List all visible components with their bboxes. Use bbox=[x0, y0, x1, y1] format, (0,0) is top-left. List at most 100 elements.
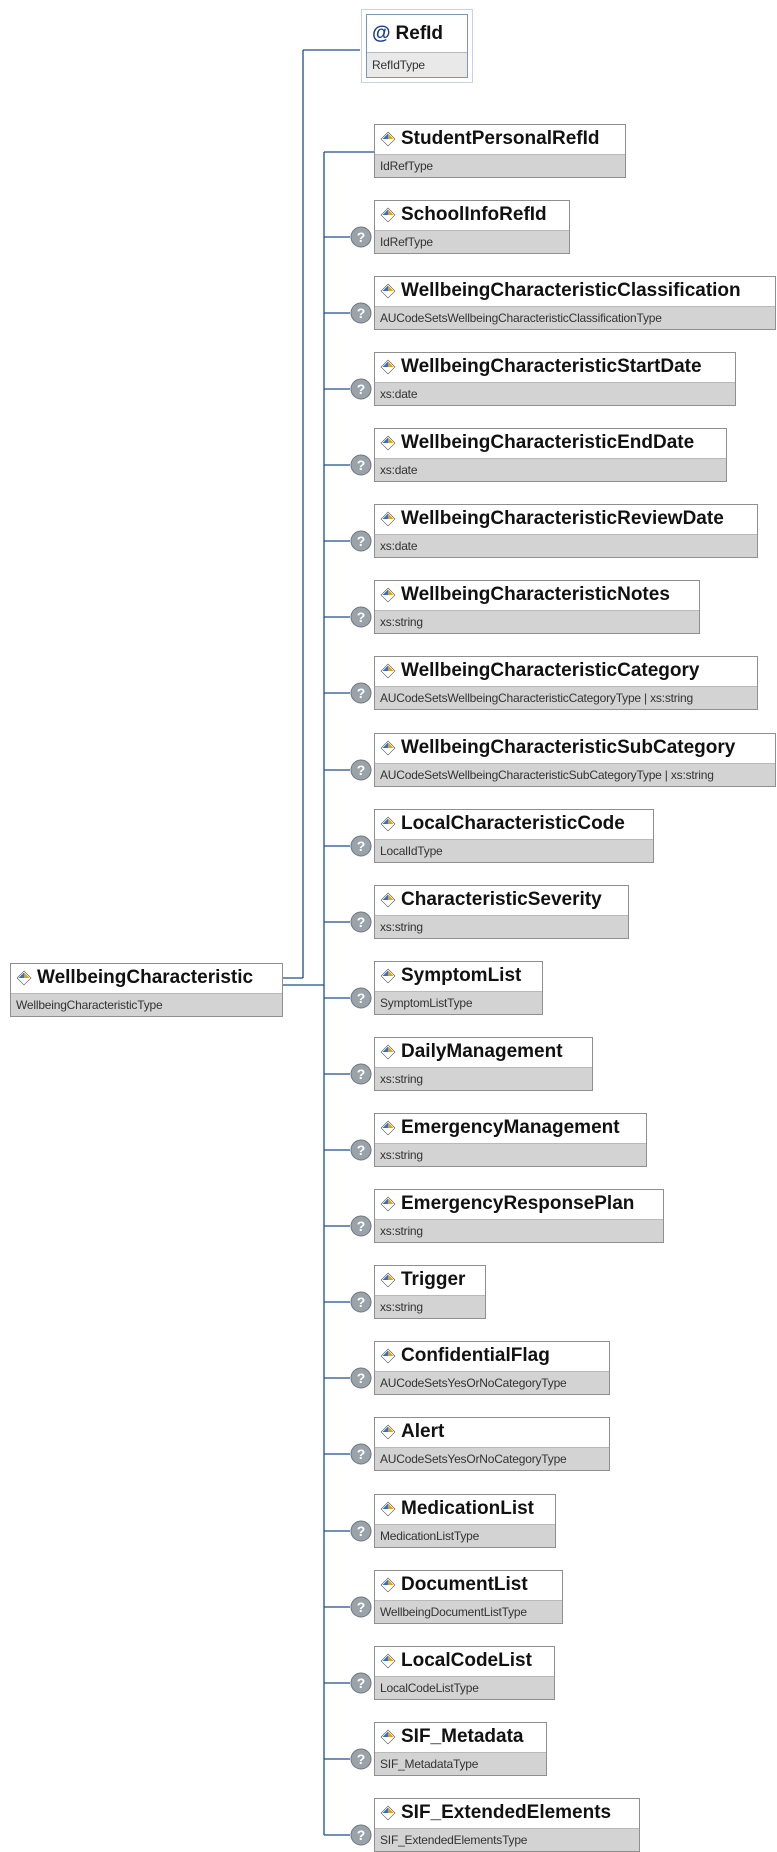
optional-question-icon: ? bbox=[350, 1596, 372, 1618]
child-element-name: WellbeingCharacteristicStartDate bbox=[401, 356, 702, 377]
child-element-type: AUCodeSetsWellbeingCharacteristicClassif… bbox=[375, 306, 775, 329]
child-element-name: StudentPersonalRefId bbox=[401, 128, 600, 149]
attribute-at-icon: @ bbox=[372, 23, 391, 44]
child-element-name: WellbeingCharacteristicEndDate bbox=[401, 432, 695, 453]
attribute-box[interactable]: @ RefId RefIdType bbox=[361, 9, 473, 83]
child-element-name: Alert bbox=[401, 1421, 445, 1442]
child-element-type: WellbeingDocumentListType bbox=[375, 1600, 562, 1623]
child-element-name: CharacteristicSeverity bbox=[401, 889, 602, 910]
child-element-type: xs:string bbox=[375, 1295, 485, 1318]
child-element-name: SymptomList bbox=[401, 965, 522, 986]
child-element-type: xs:string bbox=[375, 1067, 592, 1090]
child-element-box[interactable]: EmergencyResponsePlan xs:string bbox=[374, 1189, 664, 1243]
child-element-name: WellbeingCharacteristicReviewDate bbox=[401, 508, 724, 529]
element-diamond-icon bbox=[380, 1424, 396, 1440]
svg-text:?: ? bbox=[357, 838, 366, 854]
child-element-box[interactable]: SchoolInfoRefId IdRefType bbox=[374, 200, 570, 254]
child-element-box[interactable]: Alert AUCodeSetsYesOrNoCategoryType bbox=[374, 1417, 610, 1471]
child-element-type: SymptomListType bbox=[375, 991, 542, 1014]
optional-question-icon: ? bbox=[350, 226, 372, 248]
optional-question-icon: ? bbox=[350, 1139, 372, 1161]
attribute-name: RefId bbox=[395, 23, 444, 44]
child-element-type: xs:date bbox=[375, 382, 735, 405]
child-element-type: AUCodeSetsWellbeingCharacteristicSubCate… bbox=[375, 763, 775, 786]
svg-text:?: ? bbox=[357, 1142, 366, 1158]
element-diamond-icon bbox=[380, 1044, 396, 1060]
child-element-box[interactable]: SymptomList SymptomListType bbox=[374, 961, 543, 1015]
element-diamond-icon bbox=[380, 435, 396, 451]
svg-text:?: ? bbox=[357, 990, 366, 1006]
optional-question-icon: ? bbox=[350, 1215, 372, 1237]
child-element-name: WellbeingCharacteristicCategory bbox=[401, 660, 700, 681]
child-element-box[interactable]: WellbeingCharacteristicStartDate xs:date bbox=[374, 352, 736, 406]
child-element-box[interactable]: LocalCharacteristicCode LocalIdType bbox=[374, 809, 654, 863]
optional-question-icon: ? bbox=[350, 1291, 372, 1313]
optional-question-icon: ? bbox=[350, 835, 372, 857]
child-element-name: LocalCharacteristicCode bbox=[401, 813, 625, 834]
optional-question-icon: ? bbox=[350, 530, 372, 552]
child-element-box[interactable]: WellbeingCharacteristicSubCategory AUCode… bbox=[374, 733, 776, 787]
child-element-name: WellbeingCharacteristicNotes bbox=[401, 584, 670, 605]
child-element-name: DailyManagement bbox=[401, 1041, 563, 1062]
child-element-name: Trigger bbox=[401, 1269, 466, 1290]
child-element-type: IdRefType bbox=[375, 154, 625, 177]
svg-text:?: ? bbox=[357, 1827, 366, 1843]
optional-question-icon: ? bbox=[350, 1520, 372, 1542]
optional-question-icon: ? bbox=[350, 1443, 372, 1465]
element-diamond-icon bbox=[380, 892, 396, 908]
element-diamond-icon bbox=[380, 1501, 396, 1517]
child-element-type: AUCodeSetsWellbeingCharacteristicCategor… bbox=[375, 686, 757, 709]
child-element-box[interactable]: StudentPersonalRefId IdRefType bbox=[374, 124, 626, 178]
child-element-type: AUCodeSetsYesOrNoCategoryType bbox=[375, 1447, 609, 1470]
element-diamond-icon bbox=[380, 359, 396, 375]
child-element-box[interactable]: WellbeingCharacteristicReviewDate xs:date bbox=[374, 504, 758, 558]
child-element-box[interactable]: DailyManagement xs:string bbox=[374, 1037, 593, 1091]
element-diamond-icon bbox=[380, 207, 396, 223]
child-element-box[interactable]: MedicationList MedicationListType bbox=[374, 1494, 556, 1548]
optional-question-icon: ? bbox=[350, 987, 372, 1009]
element-diamond-icon bbox=[380, 1577, 396, 1593]
child-element-name: SIF_Metadata bbox=[401, 1726, 524, 1747]
optional-question-icon: ? bbox=[350, 454, 372, 476]
child-element-box[interactable]: LocalCodeList LocalCodeListType bbox=[374, 1646, 555, 1700]
child-element-name: EmergencyResponsePlan bbox=[401, 1193, 635, 1214]
child-element-box[interactable]: EmergencyManagement xs:string bbox=[374, 1113, 647, 1167]
svg-text:?: ? bbox=[357, 1675, 366, 1691]
svg-text:?: ? bbox=[357, 457, 366, 473]
svg-text:?: ? bbox=[357, 1218, 366, 1234]
optional-question-icon: ? bbox=[350, 1063, 372, 1085]
child-element-type: IdRefType bbox=[375, 230, 569, 253]
child-element-box[interactable]: Trigger xs:string bbox=[374, 1265, 486, 1319]
child-element-box[interactable]: CharacteristicSeverity xs:string bbox=[374, 885, 629, 939]
child-element-box[interactable]: SIF_Metadata SIF_MetadataType bbox=[374, 1722, 547, 1776]
child-element-type: xs:date bbox=[375, 458, 726, 481]
svg-text:?: ? bbox=[357, 914, 366, 930]
child-element-box[interactable]: DocumentList WellbeingDocumentListType bbox=[374, 1570, 563, 1624]
child-element-name: ConfidentialFlag bbox=[401, 1345, 550, 1366]
child-element-box[interactable]: WellbeingCharacteristicEndDate xs:date bbox=[374, 428, 727, 482]
child-element-box[interactable]: WellbeingCharacteristicNotes xs:string bbox=[374, 580, 700, 634]
element-diamond-icon bbox=[380, 131, 396, 147]
svg-text:?: ? bbox=[357, 533, 366, 549]
element-diamond-icon bbox=[380, 816, 396, 832]
attribute-type: RefIdType bbox=[367, 52, 467, 77]
root-element-name: WellbeingCharacteristic bbox=[37, 967, 254, 988]
child-element-type: LocalCodeListType bbox=[375, 1676, 554, 1699]
child-element-type: MedicationListType bbox=[375, 1524, 555, 1547]
child-element-box[interactable]: WellbeingCharacteristicClassification AUC… bbox=[374, 276, 776, 330]
child-element-box[interactable]: SIF_ExtendedElements SIF_ExtendedElements… bbox=[374, 1798, 640, 1852]
optional-question-icon: ? bbox=[350, 911, 372, 933]
element-diamond-icon bbox=[380, 511, 396, 527]
root-element-box[interactable]: WellbeingCharacteristic WellbeingCharact… bbox=[10, 963, 283, 1017]
child-element-box[interactable]: ConfidentialFlag AUCodeSetsYesOrNoCategor… bbox=[374, 1341, 610, 1395]
child-element-type: xs:string bbox=[375, 610, 699, 633]
svg-text:?: ? bbox=[357, 1599, 366, 1615]
element-diamond-icon bbox=[380, 740, 396, 756]
svg-text:?: ? bbox=[357, 1446, 366, 1462]
svg-text:?: ? bbox=[357, 1294, 366, 1310]
child-element-box[interactable]: WellbeingCharacteristicCategory AUCodeSet… bbox=[374, 656, 758, 710]
child-element-name: EmergencyManagement bbox=[401, 1117, 620, 1138]
element-diamond-icon bbox=[380, 1729, 396, 1745]
svg-text:?: ? bbox=[357, 1066, 366, 1082]
child-element-type: xs:date bbox=[375, 534, 757, 557]
